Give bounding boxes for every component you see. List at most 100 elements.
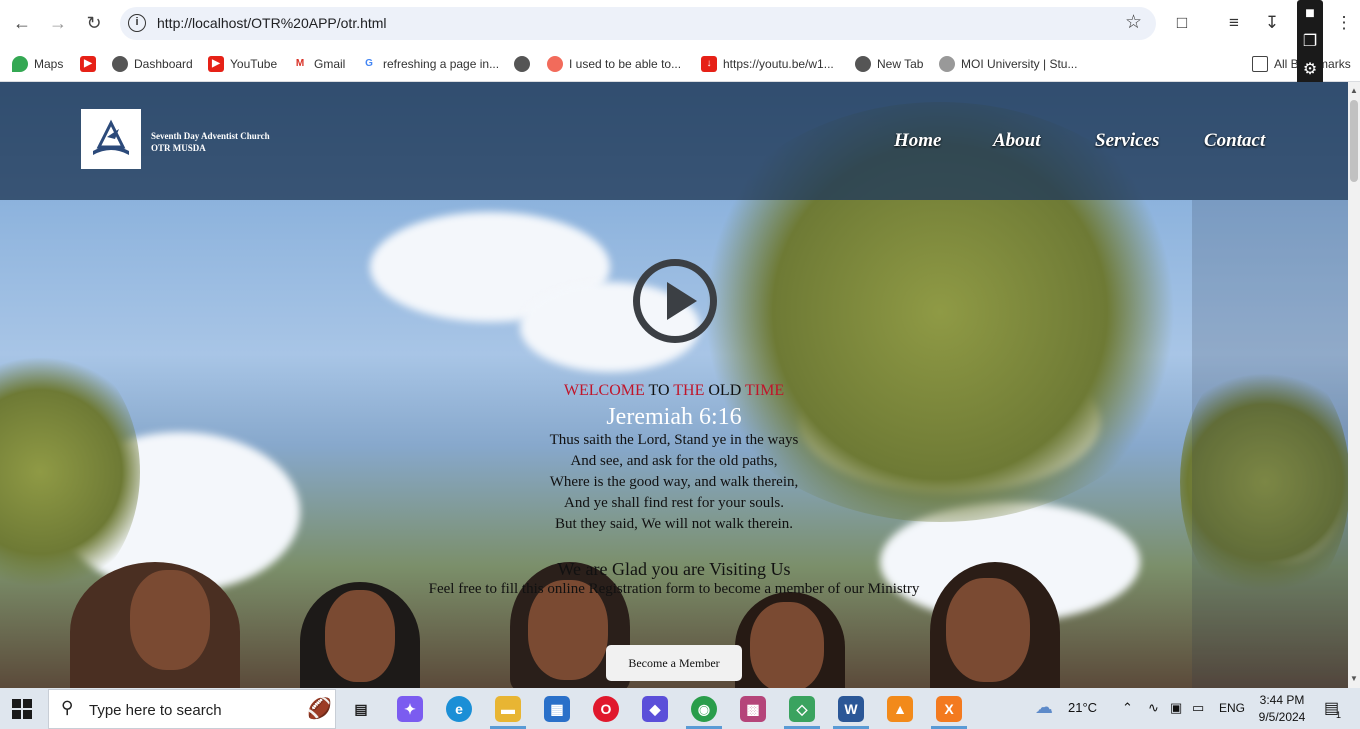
- registration-invite: Feel free to fill this online Registrati…: [428, 581, 920, 597]
- extensions-icon[interactable]: □: [1170, 11, 1194, 35]
- app-icon[interactable]: ◆: [642, 696, 668, 722]
- welcome-word: OLD: [708, 382, 742, 399]
- globe-icon: [112, 56, 128, 72]
- bookmark-label: MOI University | Stu...: [961, 57, 1078, 71]
- bookmark-globe[interactable]: [514, 54, 536, 74]
- download-favicon-icon: ↓: [701, 56, 717, 72]
- video-camera-icon[interactable]: ■: [1297, 0, 1323, 28]
- bookmark-dashboard[interactable]: Dashboard: [112, 54, 193, 74]
- media-queue-icon[interactable]: ≡: [1222, 11, 1246, 35]
- bookmark-i-used-to[interactable]: I used to be able to...: [547, 54, 681, 74]
- verse-line: And see, and ask for the old paths,: [570, 453, 778, 469]
- bookmark-maps[interactable]: Maps: [12, 54, 63, 74]
- bookmark-label: New Tab: [877, 57, 924, 71]
- sda-logo-icon: [93, 119, 129, 155]
- folder-icon: [1252, 56, 1268, 72]
- nav-contact[interactable]: Contact: [1204, 130, 1265, 152]
- bookmark-star-icon[interactable]: ☆: [1125, 11, 1142, 34]
- logo-text: Seventh Day Adventist Church OTR MUSDA: [151, 130, 270, 154]
- become-member-button[interactable]: Become a Member: [606, 645, 742, 681]
- task-view-icon[interactable]: ▤: [348, 696, 374, 722]
- play-video-icon[interactable]: [633, 259, 717, 343]
- window-icon[interactable]: ❐: [1297, 28, 1323, 56]
- welcome-word: TO: [648, 382, 670, 399]
- bookmark-gmail[interactable]: M Gmail: [292, 54, 345, 74]
- person-photo: [325, 590, 395, 682]
- menu-dots-icon[interactable]: ⋮: [1332, 11, 1356, 35]
- system-clock[interactable]: 3:44 PM 9/5/2024: [1254, 692, 1310, 726]
- site-info-icon[interactable]: i: [128, 14, 146, 32]
- verse-line: Where is the good way, and walk therein,: [549, 474, 799, 490]
- bookmark-label: Dashboard: [134, 57, 193, 71]
- nav-about[interactable]: About: [993, 130, 1041, 152]
- bookmark-youtu-be[interactable]: ↓ https://youtu.be/w1...: [701, 54, 834, 74]
- welcome-heading: WELCOME TO THE OLD TIME: [374, 382, 974, 404]
- xampp-icon[interactable]: X: [936, 696, 962, 722]
- notification-count: 1: [1336, 710, 1342, 720]
- network-icon[interactable]: ∿: [1148, 700, 1159, 716]
- bookmarks-bar: Maps ▶ Dashboard ▶ YouTube M Gmail Grefres…: [0, 46, 1360, 82]
- verse-line: Thus saith the Lord, Stand ye in the way…: [549, 432, 799, 448]
- file-explorer-icon[interactable]: ▬: [495, 696, 521, 722]
- site-header: Seventh Day Adventist Church OTR MUSDA H…: [0, 82, 1348, 200]
- maps-pin-icon: [12, 56, 28, 72]
- person-photo: [750, 602, 824, 688]
- bookmark-youtube-icon-only[interactable]: ▶: [80, 54, 102, 74]
- weather-temp[interactable]: 21°C: [1068, 700, 1097, 715]
- gear-icon[interactable]: ⚙: [1297, 56, 1323, 84]
- show-hidden-icons-chevron-icon[interactable]: ⌃: [1122, 700, 1133, 716]
- university-icon: [939, 56, 955, 72]
- reload-icon[interactable]: ↻: [82, 11, 106, 35]
- winrar-icon[interactable]: ▩: [740, 696, 766, 722]
- taskbar-search[interactable]: ⚲ Type here to search 🏈: [48, 689, 336, 729]
- vlc-icon[interactable]: ▲: [887, 696, 913, 722]
- bookmark-label: YouTube: [230, 57, 278, 71]
- sda-logo[interactable]: [81, 109, 141, 169]
- battery-icon[interactable]: ▭: [1192, 700, 1204, 716]
- globe-icon: [855, 56, 871, 72]
- bookmark-new-tab[interactable]: New Tab: [855, 54, 923, 74]
- scroll-up-icon[interactable]: ▲: [1350, 86, 1358, 95]
- search-icon: ⚲: [61, 698, 74, 717]
- search-placeholder: Type here to search: [89, 702, 222, 719]
- verse-reference: Jeremiah 6:16: [606, 404, 742, 430]
- opera-icon[interactable]: O: [593, 696, 619, 722]
- store-icon[interactable]: ▦: [544, 696, 570, 722]
- download-icon[interactable]: ↧: [1260, 11, 1284, 35]
- nav-services[interactable]: Services: [1095, 130, 1159, 152]
- welcome-word: WELCOME: [563, 382, 645, 399]
- app-icon[interactable]: ◇: [789, 696, 815, 722]
- person-photo: [130, 570, 210, 670]
- language-indicator[interactable]: ENG: [1219, 701, 1245, 715]
- word-icon[interactable]: W: [838, 696, 864, 722]
- edge-icon[interactable]: e: [446, 696, 472, 722]
- scroll-thumb[interactable]: [1350, 100, 1358, 182]
- chrome-icon[interactable]: ◉: [691, 696, 717, 722]
- bookmark-label: Maps: [34, 57, 64, 71]
- browser-toolbar: ← → ↻ i http://localhost/OTR%20APP/otr.h…: [0, 0, 1360, 46]
- url-text[interactable]: http://localhost/OTR%20APP/otr.html: [157, 15, 387, 31]
- windows-start-icon[interactable]: [12, 699, 32, 719]
- bookmark-label: Gmail: [314, 57, 346, 71]
- weather-icon[interactable]: ☁: [1035, 697, 1053, 718]
- scroll-down-icon[interactable]: ▼: [1350, 674, 1358, 683]
- nav-home[interactable]: Home: [894, 130, 942, 152]
- bookmark-refreshing[interactable]: Grefreshing a page in...: [361, 54, 499, 74]
- forward-arrow-icon[interactable]: →: [46, 11, 70, 35]
- clock-date: 9/5/2024: [1258, 710, 1306, 724]
- logo-line1: Seventh Day Adventist Church: [151, 131, 270, 141]
- back-arrow-icon[interactable]: ←: [10, 11, 34, 35]
- camera-icon[interactable]: ▣: [1170, 700, 1182, 716]
- youtube-icon: ▶: [208, 56, 224, 72]
- address-bar[interactable]: i http://localhost/OTR%20APP/otr.html ☆: [120, 7, 1156, 40]
- bookmark-label: I used to be able to...: [569, 57, 682, 71]
- globe-icon: [514, 56, 530, 72]
- copilot-icon[interactable]: ✦: [397, 696, 423, 722]
- google-icon: G: [361, 56, 377, 72]
- welcome-word: TIME: [744, 382, 785, 399]
- page-scrollbar[interactable]: ▲ ▼: [1348, 82, 1360, 688]
- bookmark-moi[interactable]: MOI University | Stu...: [939, 54, 1077, 74]
- screen-recorder-panel: ■ ❐ ⚙: [1297, 0, 1323, 88]
- bookmark-youtube[interactable]: ▶ YouTube: [208, 54, 277, 74]
- windows-taskbar: ⚲ Type here to search 🏈 ▤ ✦ e ▬ ▦ O ◆ ◉ …: [0, 688, 1360, 729]
